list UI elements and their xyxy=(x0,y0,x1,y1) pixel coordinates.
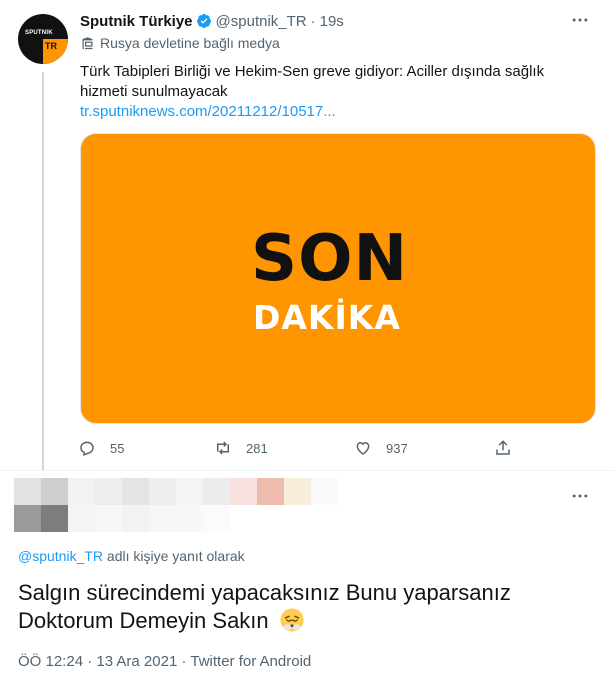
replying-to: @sputnik_TR adlı kişiye yanıt olarak xyxy=(18,548,245,564)
meta-dot: · xyxy=(177,653,191,670)
reply-text: Salgın sürecindemi yapacaksınız Bunu yap… xyxy=(18,580,511,633)
reply-meta: ÖÖ 12:24 · 13 Ara 2021 · Twitter for And… xyxy=(18,653,311,670)
government-flag-icon xyxy=(82,36,93,49)
reply-button[interactable]: 55 xyxy=(78,436,124,460)
tweet-text: Türk Tabipleri Birliği ve Hekim-Sen grev… xyxy=(80,63,545,100)
meta-dot: · xyxy=(83,653,97,670)
avatar-brand: SPUTNIK xyxy=(25,30,53,36)
avatar[interactable]: SPUTNIK TR xyxy=(18,14,68,64)
original-tweet[interactable]: SPUTNIK TR Sputnik Türkiye @sputnik_TR ·… xyxy=(0,0,614,470)
like-count: 937 xyxy=(386,440,408,456)
avatar-logo-icon xyxy=(43,39,68,64)
share-button[interactable] xyxy=(494,436,526,460)
reply-count: 55 xyxy=(110,440,125,456)
avatar-tag: TR xyxy=(45,41,57,51)
tweet-time[interactable]: 19s xyxy=(320,13,344,30)
reply-client: Twitter for Android xyxy=(190,653,312,670)
state-media-text: Rusya devletine bağlı medya xyxy=(100,35,280,51)
more-horizontal-icon[interactable] xyxy=(568,484,592,508)
tweet-media-image[interactable]: SON DAKİKA xyxy=(80,133,596,424)
share-icon xyxy=(496,440,510,455)
like-button[interactable]: 937 xyxy=(354,436,408,460)
separator-dot: · xyxy=(310,12,316,30)
blurred-user-info xyxy=(14,478,344,534)
tweet-actions: 55 281 937 xyxy=(78,436,518,460)
handle[interactable]: @sputnik_TR xyxy=(216,13,307,30)
display-name[interactable]: Sputnik Türkiye xyxy=(80,13,193,30)
verified-badge-icon xyxy=(196,14,211,28)
heart-icon xyxy=(356,441,370,455)
tweet-header: Sputnik Türkiye @sputnik_TR · 19s xyxy=(80,11,344,31)
thread-line xyxy=(42,72,44,470)
retweet-button[interactable]: 281 xyxy=(214,436,268,460)
retweet-count: 281 xyxy=(246,440,268,456)
media-headline-son: SON xyxy=(251,222,409,296)
reply-date[interactable]: 13 Ara 2021 xyxy=(96,653,177,670)
replying-to-suffix: adlı kişiye yanıt olarak xyxy=(103,548,245,564)
tweet-link[interactable]: tr.sputniknews.com/20211212/10517... xyxy=(80,102,336,122)
face-with-steam-icon xyxy=(280,608,304,632)
reply-time[interactable]: ÖÖ 12:24 xyxy=(18,653,83,670)
reply-icon xyxy=(80,441,94,456)
more-horizontal-icon[interactable] xyxy=(568,8,592,32)
reply-mention-link[interactable]: @sputnik_TR xyxy=(18,548,103,564)
reply-text-block: Salgın sürecindemi yapacaksınız Bunu yap… xyxy=(18,579,608,635)
state-media-label[interactable]: Rusya devletine bağlı medya xyxy=(80,35,280,51)
media-headline-dakika: DAKİKA xyxy=(253,298,401,337)
divider xyxy=(0,470,614,471)
retweet-icon xyxy=(217,441,229,455)
